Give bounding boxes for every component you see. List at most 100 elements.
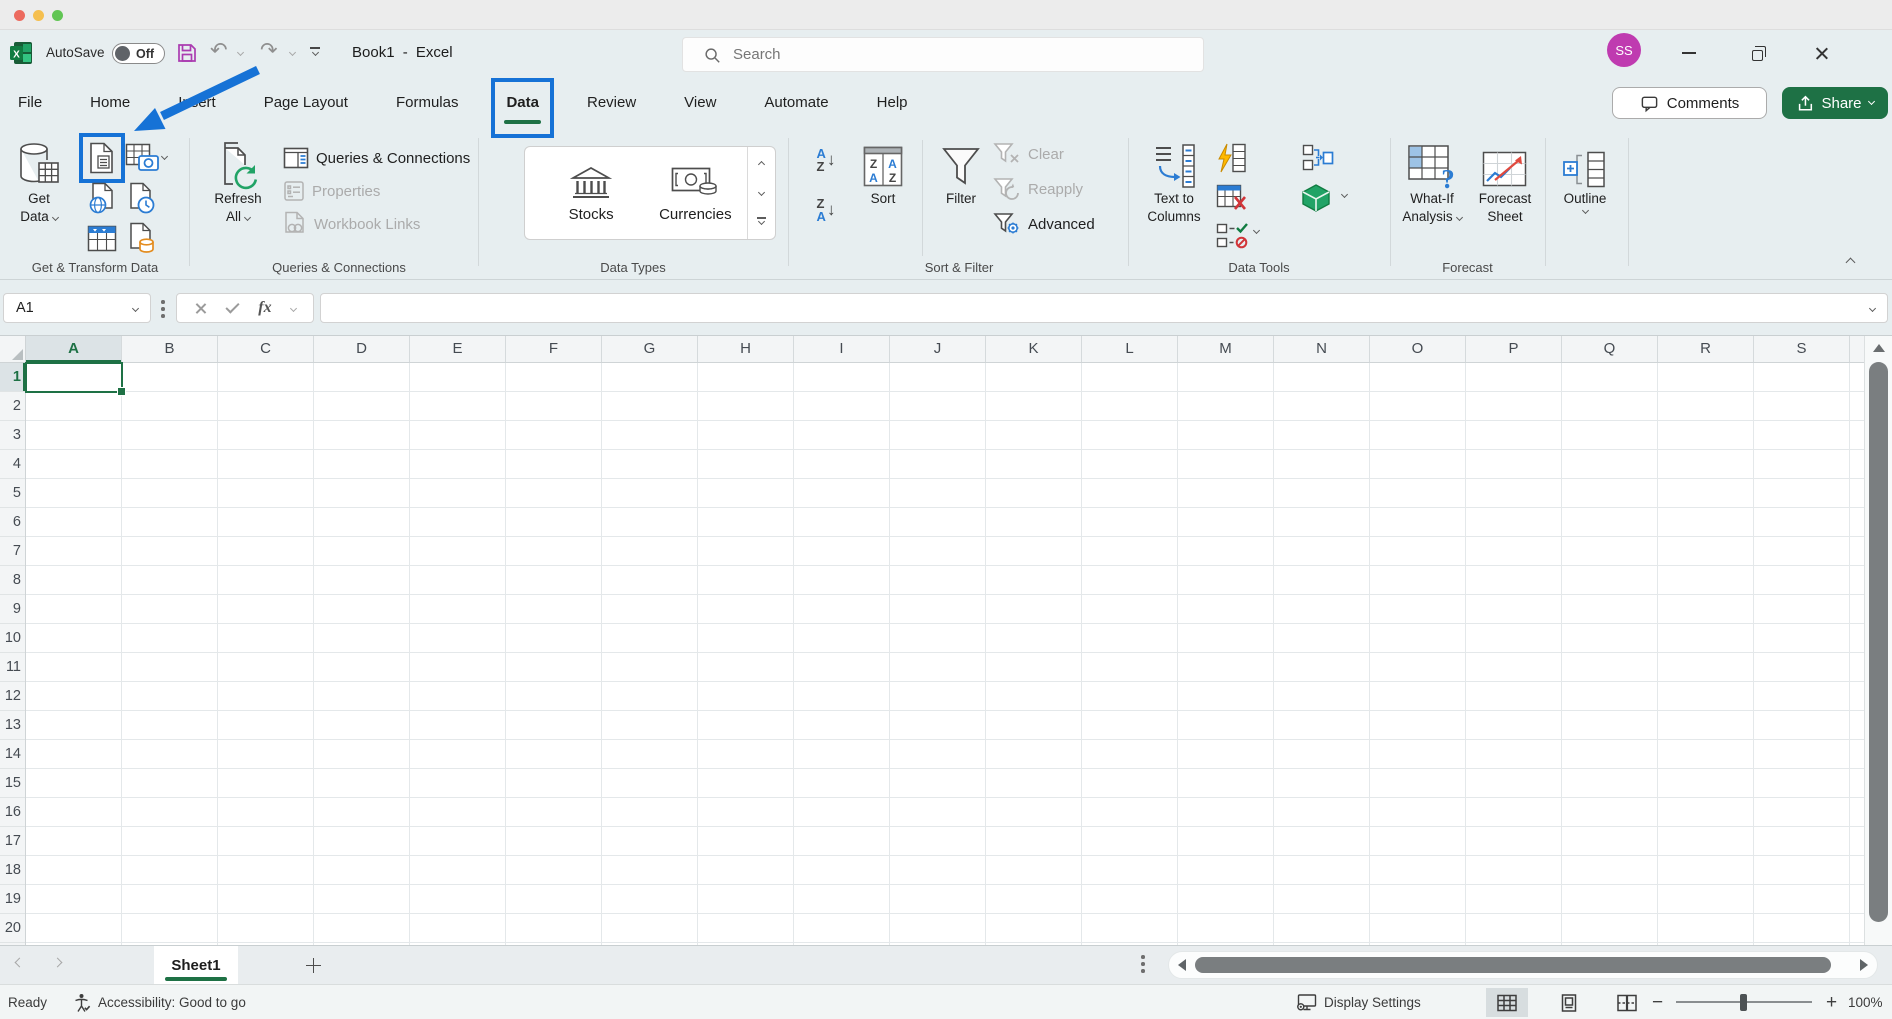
restore-button[interactable]: [1744, 38, 1770, 68]
zoom-in-button[interactable]: +: [1826, 985, 1837, 1019]
display-settings-button[interactable]: Display Settings: [1296, 985, 1421, 1019]
minimize-button[interactable]: [1676, 38, 1702, 68]
view-page-break-button[interactable]: [1606, 988, 1648, 1017]
row-header-4[interactable]: 4: [0, 450, 25, 479]
from-table-range-button[interactable]: [84, 218, 120, 258]
sheet-tab-sheet1[interactable]: Sheet1: [154, 946, 238, 984]
tab-help[interactable]: Help: [875, 76, 910, 130]
undo-button[interactable]: ↶: [210, 41, 228, 61]
accessibility-status[interactable]: Accessibility: Good to go: [72, 985, 246, 1019]
advanced-filter-button[interactable]: Advanced: [993, 210, 1095, 238]
vertical-scrollbar-thumb[interactable]: [1869, 362, 1888, 922]
column-header-I[interactable]: I: [794, 336, 890, 362]
text-to-columns-button[interactable]: Text to Columns: [1140, 134, 1208, 238]
view-normal-button[interactable]: [1486, 988, 1528, 1017]
column-header-F[interactable]: F: [506, 336, 602, 362]
account-avatar[interactable]: SS: [1607, 33, 1641, 67]
tab-data[interactable]: Data: [504, 76, 541, 130]
remove-duplicates-button[interactable]: [1214, 178, 1250, 218]
share-button[interactable]: Share: [1782, 87, 1888, 119]
row-header-18[interactable]: 18: [0, 856, 25, 885]
tab-formulas[interactable]: Formulas: [394, 76, 461, 130]
autosave-toggle[interactable]: Off: [112, 43, 165, 64]
forecast-sheet-button[interactable]: Forecast Sheet: [1472, 134, 1538, 238]
horizontal-scrollbar[interactable]: [1168, 951, 1878, 979]
name-box-dropdown-icon[interactable]: [132, 304, 139, 311]
close-button[interactable]: [1808, 38, 1834, 68]
vertical-scrollbar[interactable]: [1864, 336, 1892, 945]
column-header-R[interactable]: R: [1658, 336, 1754, 362]
row-header-10[interactable]: 10: [0, 624, 25, 653]
column-header-B[interactable]: B: [122, 336, 218, 362]
tab-file[interactable]: File: [16, 76, 44, 130]
row-header-16[interactable]: 16: [0, 798, 25, 827]
save-button[interactable]: [176, 42, 198, 64]
data-model-button[interactable]: [1298, 178, 1334, 218]
row-header-11[interactable]: 11: [0, 653, 25, 682]
from-picture-dropdown-icon[interactable]: [161, 153, 168, 160]
fx-dropdown-icon[interactable]: [289, 304, 296, 311]
column-header-H[interactable]: H: [698, 336, 794, 362]
redo-button[interactable]: ↷: [260, 41, 278, 61]
column-header-M[interactable]: M: [1178, 336, 1274, 362]
data-model-dropdown-icon[interactable]: [1341, 191, 1348, 198]
tab-page-layout[interactable]: Page Layout: [262, 76, 350, 130]
previous-sheet-icon[interactable]: [15, 958, 25, 968]
row-header-8[interactable]: 8: [0, 566, 25, 595]
formula-bar-drag-handle[interactable]: [161, 300, 165, 304]
scroll-up-icon[interactable]: [1873, 344, 1885, 352]
maximize-traffic-light[interactable]: [52, 10, 63, 21]
scroll-left-icon[interactable]: [1178, 959, 1186, 971]
name-box[interactable]: A1: [3, 293, 151, 323]
row-header-14[interactable]: 14: [0, 740, 25, 769]
row-header-15[interactable]: 15: [0, 769, 25, 798]
tab-automate[interactable]: Automate: [762, 76, 830, 130]
zoom-out-button[interactable]: −: [1652, 985, 1663, 1019]
view-page-layout-button[interactable]: [1548, 988, 1590, 1017]
outline-button[interactable]: Outline: [1552, 134, 1618, 238]
get-data-button[interactable]: Get Data: [8, 134, 70, 238]
column-header-N[interactable]: N: [1274, 336, 1370, 362]
formula-expand-icon[interactable]: [1869, 304, 1876, 311]
row-header-5[interactable]: 5: [0, 479, 25, 508]
row-header-2[interactable]: 2: [0, 392, 25, 421]
row-header-13[interactable]: 13: [0, 711, 25, 740]
cells-area[interactable]: [26, 363, 1864, 945]
what-if-analysis-button[interactable]: ? What-If Analysis: [1396, 134, 1468, 238]
sort-button[interactable]: ZAAZ Sort: [852, 134, 914, 238]
sheetbar-drag-handle[interactable]: [1141, 955, 1145, 959]
minimize-traffic-light[interactable]: [33, 10, 44, 21]
column-header-G[interactable]: G: [602, 336, 698, 362]
insert-function-button[interactable]: fx: [258, 299, 271, 317]
search-bar[interactable]: [682, 37, 1204, 72]
column-header-K[interactable]: K: [986, 336, 1082, 362]
data-validation-dropdown-icon[interactable]: [1253, 227, 1260, 234]
stocks-button[interactable]: Stocks: [539, 147, 643, 239]
currencies-button[interactable]: Currencies: [643, 147, 747, 239]
select-all-corner[interactable]: [0, 336, 26, 363]
zoom-slider-handle[interactable]: [1740, 994, 1747, 1011]
column-header-D[interactable]: D: [314, 336, 410, 362]
column-header-P[interactable]: P: [1466, 336, 1562, 362]
column-header-S[interactable]: S: [1754, 336, 1850, 362]
column-header-C[interactable]: C: [218, 336, 314, 362]
column-header-J[interactable]: J: [890, 336, 986, 362]
row-header-17[interactable]: 17: [0, 827, 25, 856]
filter-button[interactable]: Filter: [932, 134, 990, 238]
consolidate-button[interactable]: [1300, 138, 1336, 178]
close-traffic-light[interactable]: [14, 10, 25, 21]
refresh-all-button[interactable]: Refresh All: [200, 134, 276, 238]
sort-descending-button[interactable]: ZA: [808, 190, 844, 230]
column-header-L[interactable]: L: [1082, 336, 1178, 362]
customize-quick-access-toolbar-button[interactable]: [310, 47, 320, 55]
column-header-O[interactable]: O: [1370, 336, 1466, 362]
row-header-3[interactable]: 3: [0, 421, 25, 450]
gallery-scroll-down-icon[interactable]: [758, 189, 765, 196]
row-header-1[interactable]: 1: [0, 363, 25, 392]
existing-connections-button[interactable]: [124, 218, 160, 258]
zoom-level[interactable]: 100%: [1848, 985, 1883, 1019]
gallery-scroll-up-icon[interactable]: [758, 161, 765, 168]
tab-view[interactable]: View: [682, 76, 718, 130]
add-sheet-button[interactable]: [306, 958, 321, 973]
flash-fill-button[interactable]: [1214, 138, 1250, 178]
